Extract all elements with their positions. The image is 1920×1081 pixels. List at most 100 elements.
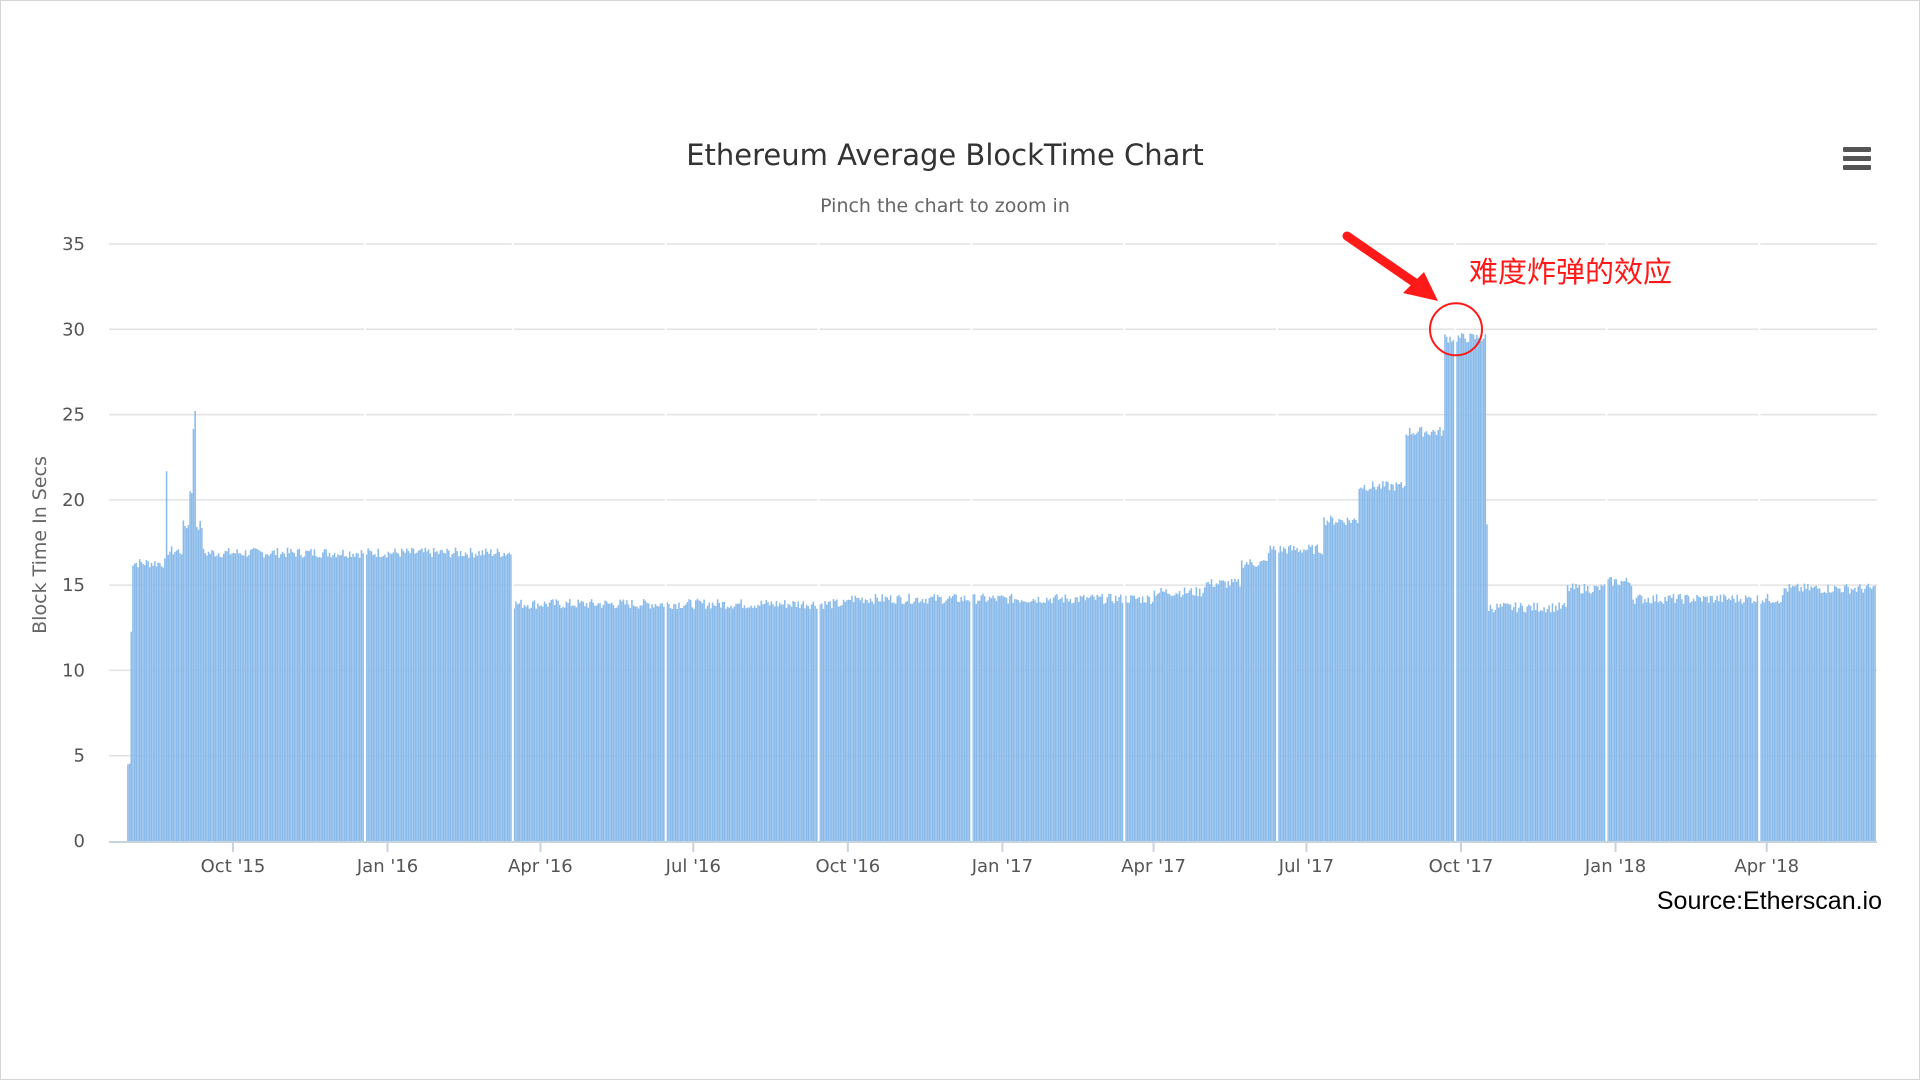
bar[interactable] (1002, 596, 1004, 841)
bar[interactable] (330, 557, 332, 841)
bar[interactable] (496, 548, 499, 841)
bar[interactable] (256, 549, 259, 841)
bar[interactable] (1770, 602, 1772, 841)
bar[interactable] (973, 594, 976, 841)
bar[interactable] (626, 600, 628, 841)
bar[interactable] (1780, 602, 1782, 841)
bar[interactable] (1393, 490, 1396, 841)
bar[interactable] (733, 606, 736, 841)
bar[interactable] (904, 602, 907, 841)
bar[interactable] (731, 608, 734, 841)
bar[interactable] (750, 605, 752, 841)
bar[interactable] (800, 604, 803, 841)
bar[interactable] (1400, 481, 1403, 841)
bar[interactable] (1360, 487, 1362, 841)
bar[interactable] (637, 608, 640, 842)
bar[interactable] (264, 554, 267, 841)
bar[interactable] (1271, 549, 1273, 841)
bar[interactable] (1513, 607, 1515, 841)
bar[interactable] (285, 556, 287, 841)
bar[interactable] (1161, 591, 1164, 841)
bar[interactable] (140, 562, 143, 841)
bar[interactable] (787, 603, 789, 841)
bar[interactable] (1528, 604, 1530, 841)
bar[interactable] (864, 599, 867, 841)
bar[interactable] (518, 603, 521, 841)
bar[interactable] (1057, 599, 1060, 841)
bar[interactable] (861, 597, 863, 841)
bar[interactable] (983, 596, 986, 841)
bar[interactable] (1812, 587, 1814, 841)
bar[interactable] (206, 555, 208, 841)
bar[interactable] (1481, 340, 1483, 841)
bar[interactable] (1076, 597, 1078, 841)
bar[interactable] (997, 595, 999, 841)
bar[interactable] (1844, 585, 1846, 841)
bar[interactable] (1563, 603, 1566, 841)
bar[interactable] (1059, 598, 1062, 841)
bar[interactable] (409, 553, 411, 841)
bar[interactable] (145, 560, 148, 841)
bar[interactable] (333, 552, 336, 841)
bar[interactable] (1492, 612, 1495, 841)
bar[interactable] (1743, 602, 1745, 841)
bar[interactable] (273, 550, 275, 841)
bar[interactable] (1744, 595, 1747, 841)
bar[interactable] (1156, 593, 1159, 841)
bar[interactable] (444, 553, 447, 841)
bar[interactable] (1183, 587, 1186, 841)
bar[interactable] (412, 548, 415, 841)
bar[interactable] (1145, 602, 1147, 841)
bar[interactable] (446, 548, 448, 841)
bar[interactable] (933, 594, 936, 841)
bar[interactable] (992, 595, 994, 841)
bar[interactable] (175, 550, 178, 841)
bar[interactable] (1299, 549, 1302, 841)
bar[interactable] (1714, 599, 1717, 841)
bar[interactable] (926, 603, 929, 841)
bar[interactable] (1361, 488, 1364, 841)
bar[interactable] (720, 607, 722, 841)
bar[interactable] (1293, 546, 1295, 841)
bar[interactable] (832, 599, 835, 841)
bar[interactable] (1047, 600, 1050, 841)
bar[interactable] (1062, 602, 1065, 841)
bar[interactable] (760, 600, 763, 841)
bar[interactable] (1712, 602, 1715, 841)
bar[interactable] (1272, 546, 1275, 841)
bar[interactable] (921, 599, 924, 841)
bar[interactable] (1538, 611, 1540, 841)
bar[interactable] (962, 600, 964, 841)
bar[interactable] (700, 601, 702, 841)
bar[interactable] (162, 567, 164, 841)
bar[interactable] (1081, 596, 1083, 841)
bar[interactable] (837, 606, 840, 841)
bar[interactable] (1650, 603, 1653, 841)
bar[interactable] (1170, 595, 1172, 841)
bar[interactable] (459, 550, 462, 841)
bar[interactable] (479, 555, 482, 841)
bar[interactable] (548, 602, 551, 841)
bar[interactable] (1024, 601, 1026, 841)
bar[interactable] (1768, 600, 1770, 841)
bar[interactable] (735, 603, 737, 841)
bar[interactable] (1356, 523, 1359, 841)
bar[interactable] (421, 548, 423, 841)
bar[interactable] (286, 547, 289, 841)
bar[interactable] (1071, 603, 1073, 841)
bar[interactable] (621, 601, 623, 841)
bar[interactable] (1113, 603, 1115, 841)
bar[interactable] (814, 605, 816, 841)
bar[interactable] (701, 603, 704, 841)
bar[interactable] (1034, 600, 1036, 841)
bar[interactable] (839, 605, 841, 841)
bar[interactable] (1187, 592, 1189, 841)
bar[interactable] (632, 605, 635, 842)
bar[interactable] (219, 556, 222, 841)
bar[interactable] (172, 554, 175, 841)
bar[interactable] (1279, 545, 1282, 841)
bar[interactable] (1219, 580, 1221, 841)
bar[interactable] (533, 600, 536, 841)
bar[interactable] (1445, 336, 1448, 841)
bar[interactable] (658, 606, 660, 841)
